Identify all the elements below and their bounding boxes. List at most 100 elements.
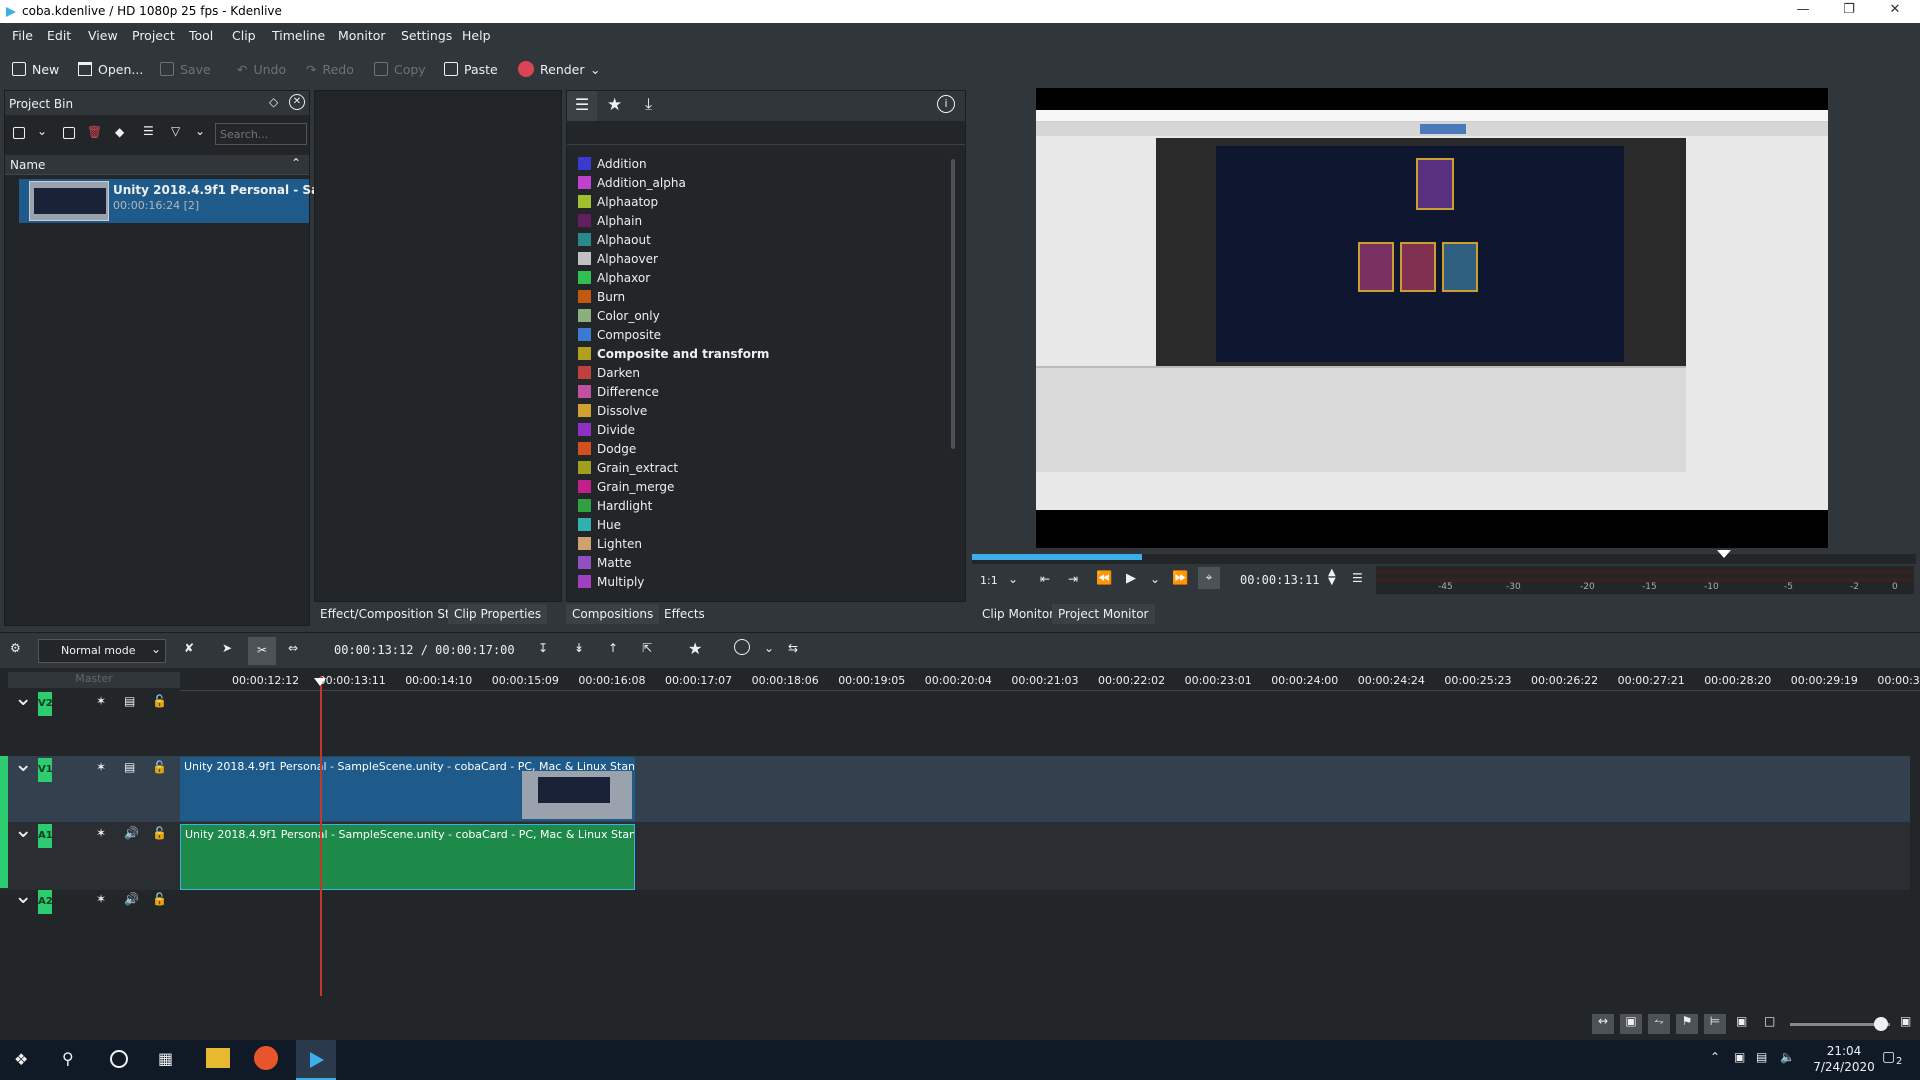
cortana-icon[interactable] [110,1050,128,1068]
clock-time[interactable]: 21:04 [1814,1044,1874,1058]
playhead-marker-icon[interactable] [1717,550,1731,558]
add-clip-icon[interactable] [13,127,25,139]
composition-item[interactable]: Dodge [578,439,636,458]
info-icon[interactable]: i [937,95,955,113]
menu-project[interactable]: Project [132,28,175,43]
new-button[interactable]: New [12,57,59,81]
menu-view[interactable]: View [88,28,118,43]
insert-icon[interactable]: ↧ [538,641,548,655]
track-mute-icon[interactable]: 🔊 [124,892,139,906]
monitor-timecode[interactable]: 00:00:13:11 [1240,573,1319,587]
composition-item[interactable]: Divide [578,420,635,439]
firefox-icon[interactable] [254,1046,278,1070]
crop-icon[interactable]: ⌖ [1198,567,1220,589]
play-chevron-icon[interactable]: ⌄ [1150,572,1160,586]
download-icon[interactable]: ⤓ [645,94,652,114]
overwrite-icon[interactable]: ↡ [574,641,584,655]
show-thumbnails-icon[interactable]: ▣ [1620,1014,1642,1034]
track-label[interactable]: A2 [38,890,53,914]
float-icon[interactable]: ◇ [269,95,278,109]
timecode-spin-icon[interactable]: ▲ ▼ [1328,568,1336,587]
save-button[interactable]: Save [160,57,211,81]
tray-chevron-icon[interactable]: ⌃ [1710,1050,1720,1064]
menu-file[interactable]: File [12,28,33,43]
track-effects-wand-icon[interactable]: ✶ [96,826,106,840]
favorite-star-icon[interactable]: ★ [607,95,622,115]
render-menu-chevron-icon[interactable]: ⌄ [590,57,600,81]
folder-icon[interactable] [63,127,75,139]
edit-mode-select[interactable]: Normal mode ⌄ [38,639,166,663]
composition-item[interactable]: Alphaover [578,249,658,268]
list-scrollbar[interactable] [951,159,955,449]
lift-icon[interactable]: ↑ [608,641,618,655]
track-label[interactable]: A1 [38,824,53,848]
composition-item[interactable]: Hue [578,515,621,534]
spacer-tool-icon[interactable]: ⇔ [288,641,298,655]
render-button[interactable]: Render [518,57,585,81]
clock-date[interactable]: 7/24/2020 [1806,1060,1882,1074]
menu-clip[interactable]: Clip [232,28,256,43]
zoom-fit-icon[interactable]: □ [1764,1014,1775,1028]
composition-item[interactable]: Alphain [578,211,642,230]
close-icon[interactable]: ✕ [1872,0,1918,23]
tag-icon[interactable]: ◆ [115,125,124,139]
copy-button[interactable]: Copy [374,57,426,81]
tray-device-icon[interactable]: ▣ [1734,1050,1745,1064]
redo-button[interactable]: ↷ Redo [306,57,354,81]
filter-chevron-icon[interactable]: ⌄ [195,124,205,138]
track-lock-icon[interactable]: 🔓 [152,694,167,708]
list-view-icon[interactable]: ☰ [143,124,154,138]
search-input[interactable] [215,123,307,145]
record-audio-icon[interactable] [734,639,750,655]
zoom-chevron-icon[interactable]: ⌄ [1008,572,1018,586]
composition-item[interactable]: Dissolve [578,401,647,420]
track-effects-wand-icon[interactable]: ✶ [96,760,106,774]
audio-clip[interactable]: Unity 2018.4.9f1 Personal - SampleScene.… [180,824,635,890]
mixer-icon[interactable]: ⇆ [788,641,798,655]
select-tool-icon[interactable]: ➤ [222,641,232,655]
tab-compositions[interactable]: Compositions [566,604,660,624]
composition-item[interactable]: Addition_alpha [578,173,686,192]
menu-edit[interactable]: Edit [47,28,71,43]
name-column-header[interactable]: Name ⌃ [5,155,309,175]
timeline-settings-icon[interactable]: ⚙ [10,641,21,655]
volume-icon[interactable]: 🔈 [1780,1050,1795,1064]
zoom-level[interactable]: 1:1 [980,574,998,587]
snap-icon[interactable]: ⥊ [1648,1014,1670,1034]
composition-item[interactable]: Hardlight [578,496,652,515]
track-collapse-chevron-icon[interactable]: ⌄ [14,686,32,711]
search-icon[interactable]: ⚲ [62,1049,74,1068]
undo-button[interactable]: ↶ Undo [237,57,286,81]
menu-monitor[interactable]: Monitor [338,28,386,43]
track-collapse-chevron-icon[interactable]: ⌄ [14,884,32,909]
delete-icon[interactable]: 🗑 [87,125,102,139]
extract-icon[interactable]: ⇱ [642,641,652,655]
razor-all-icon[interactable]: ✘ [184,641,194,655]
track-hide-icon[interactable]: ▤ [124,760,135,774]
open-button[interactable]: Open... [78,57,143,81]
markers-icon[interactable]: ⚑ [1676,1014,1698,1034]
track-collapse-chevron-icon[interactable]: ⌄ [14,818,32,843]
forward-icon[interactable]: ⏩ [1172,571,1188,586]
filter-icon[interactable]: ▽ [171,124,180,138]
composition-item[interactable]: Darken [578,363,640,382]
video-clip[interactable]: Unity 2018.4.9f1 Personal - SampleScene.… [180,757,635,821]
composition-item[interactable]: Burn [578,287,625,306]
composition-item[interactable]: Lighten [578,534,642,553]
zoom-in-icon[interactable]: ▣ [1900,1014,1911,1028]
set-zone-in-icon[interactable]: ⇤ [1040,572,1050,586]
restore-icon[interactable]: ❐ [1826,0,1872,23]
composition-item[interactable]: Alphaxor [578,268,650,287]
track-effects-wand-icon[interactable]: ✶ [96,892,106,906]
rewind-icon[interactable]: ⏪ [1096,571,1112,586]
track-hide-icon[interactable]: ▤ [124,694,135,708]
composition-item[interactable]: Grain_merge [578,477,674,496]
zoom-slider[interactable] [1790,1017,1890,1031]
notifications-icon[interactable]: ▢ [1882,1049,1895,1065]
paste-button[interactable]: Paste [444,57,498,81]
fit-zoom-icon[interactable]: ↔ [1592,1014,1614,1034]
monitor-canvas[interactable] [1036,88,1828,548]
set-zone-out-icon[interactable]: ⇥ [1068,572,1078,586]
track-lock-icon[interactable]: 🔓 [152,826,167,840]
composition-item[interactable]: Composite and transform [578,344,769,363]
